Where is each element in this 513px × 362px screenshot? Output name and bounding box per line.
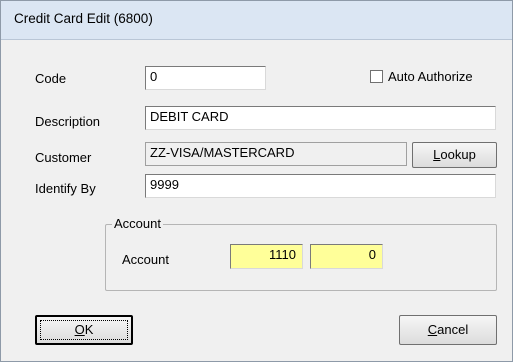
customer-field: ZZ-VISA/MASTERCARD [145, 142, 407, 166]
account-label: Account [122, 252, 169, 267]
description-input[interactable]: DEBIT CARD [145, 106, 496, 130]
auto-authorize-label[interactable]: Auto Authorize [388, 69, 473, 84]
identify-by-label: Identify By [35, 181, 96, 196]
title-bar: Credit Card Edit (6800) [1, 1, 512, 40]
ok-button[interactable]: OK [35, 315, 133, 345]
account-sub-input[interactable]: 0 [310, 244, 383, 269]
lookup-button[interactable]: Lookup [412, 142, 497, 168]
auto-authorize-checkbox[interactable] [370, 70, 383, 83]
lookup-button-label: Lookup [433, 147, 476, 162]
description-label: Description [35, 114, 101, 129]
identify-by-input[interactable]: 9999 [145, 174, 496, 198]
cancel-button-label: Cancel [427, 322, 469, 337]
code-input[interactable]: 0 [145, 66, 266, 90]
window-title: Credit Card Edit (6800) [14, 11, 153, 26]
credit-card-edit-dialog: Credit Card Edit (6800) Code 0 Auto Auth… [0, 0, 513, 362]
account-group-title: Account [112, 216, 163, 231]
account-number-input[interactable]: 1110 [230, 244, 303, 269]
cancel-button[interactable]: Cancel [399, 315, 497, 345]
code-label: Code [35, 71, 67, 86]
focus-rectangle [40, 320, 128, 340]
customer-label: Customer [35, 150, 92, 165]
